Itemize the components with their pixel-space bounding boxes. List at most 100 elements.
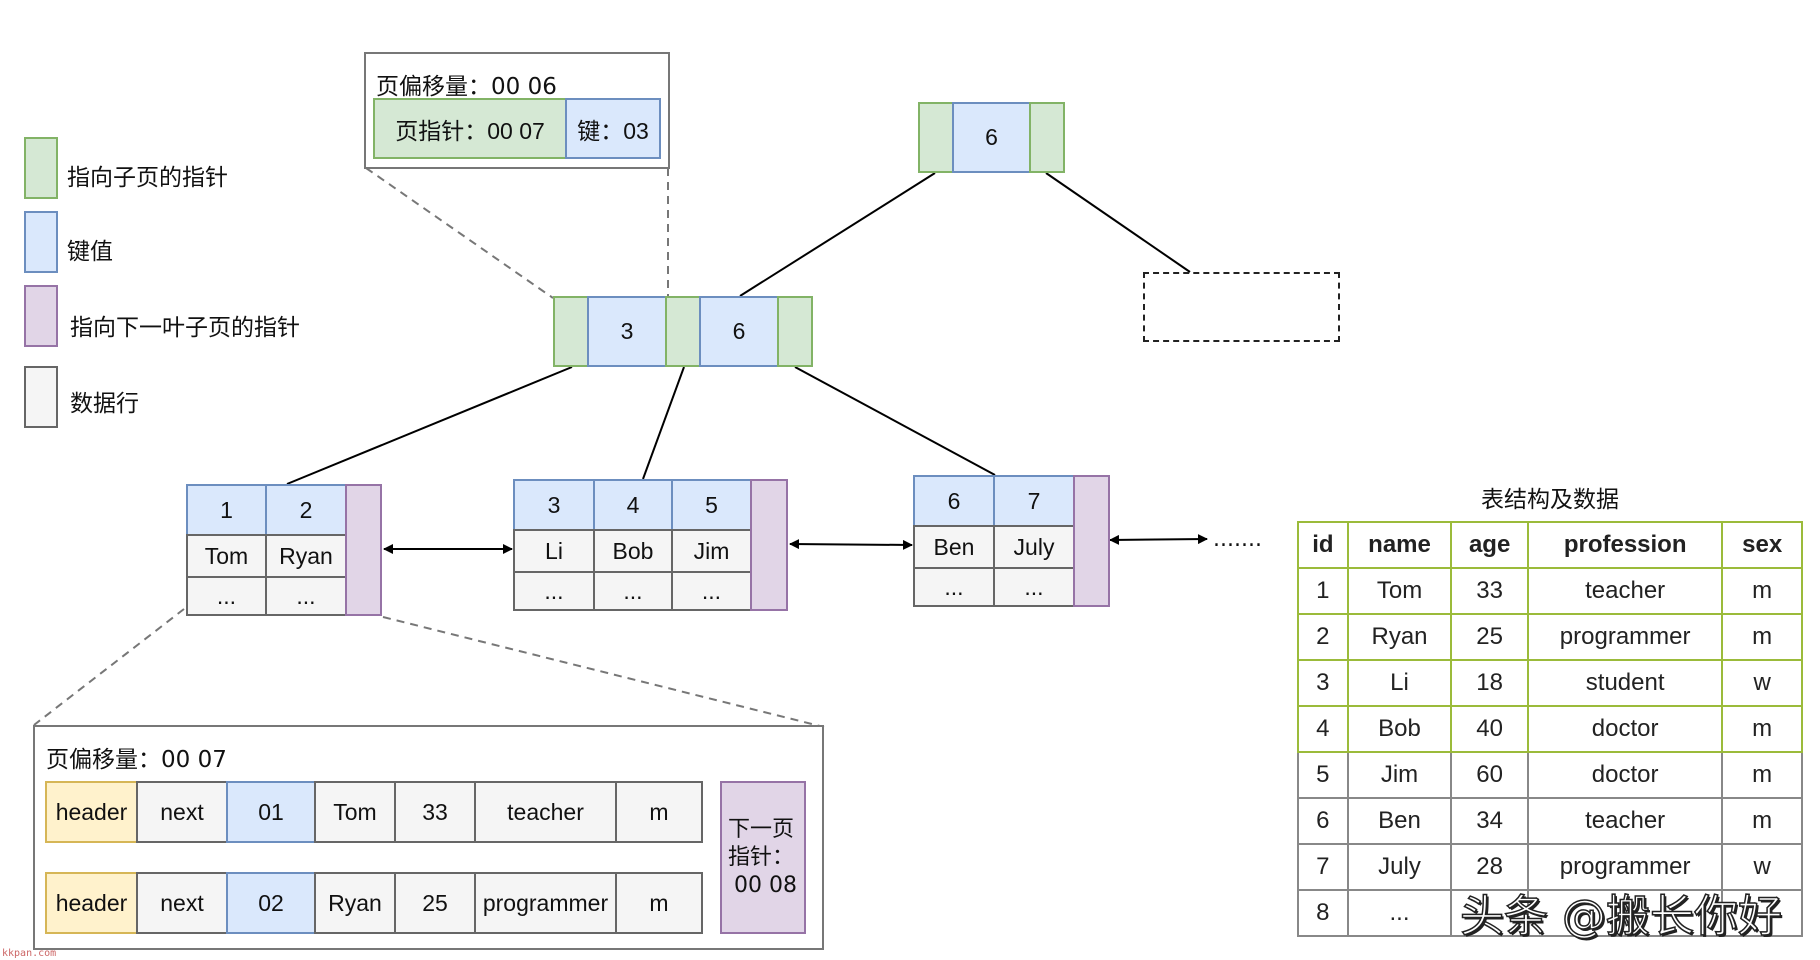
table-row: 3 Li 18 student w: [1297, 659, 1803, 707]
root-pointer-right: [1029, 102, 1065, 173]
cell-id: 7: [1297, 843, 1349, 891]
internal-pointer-2: [777, 296, 813, 367]
cell-id: 4: [1297, 705, 1349, 753]
leaf-link-2-3: [789, 539, 913, 550]
cell-profession: doctor: [1526, 751, 1724, 799]
cell-profession: teacher: [1526, 797, 1724, 845]
cell-sex: m: [1721, 567, 1803, 615]
leaf2-row-2: Jim: [671, 529, 752, 573]
internal-key-0: 3: [587, 296, 667, 367]
detail-row2-sex: m: [615, 872, 703, 934]
next-page-line3: 00 08: [734, 872, 797, 898]
legend-swatch-data-row: [24, 366, 58, 428]
cell-name: Bob: [1346, 705, 1453, 753]
cell-age: 18: [1450, 659, 1529, 707]
legend-label-next-leaf-pointer: 指向下一叶子页的指针: [70, 315, 300, 341]
internal-pointer-0: [553, 296, 589, 367]
cell-sex: m: [1721, 705, 1803, 753]
table-row: 1 Tom 33 teacher m: [1297, 567, 1803, 615]
cell-name: Tom: [1346, 567, 1453, 615]
detail-next-page-pointer: 下一页 指针： 00 08: [720, 781, 806, 934]
root-key: 6: [952, 102, 1031, 173]
leaf1-more-0: ...: [186, 576, 267, 616]
internal-key-1: 6: [699, 296, 779, 367]
leaf2-more-0: ...: [513, 571, 595, 611]
detail-leader-left: [33, 608, 185, 726]
leaf3-key-0: 6: [913, 475, 995, 527]
data-table: id name age profession sex 1 Tom 33 teacher…: [1297, 521, 1803, 937]
leaf1-row-1: Ryan: [265, 534, 347, 578]
leaf2-more-1: ...: [593, 571, 673, 611]
table-row: 2 Ryan 25 programmer m: [1297, 613, 1803, 661]
detail-row1-next: next: [136, 781, 228, 843]
cell-age: 34: [1450, 797, 1529, 845]
leaf1-next-pointer: [345, 484, 382, 616]
detail-row2-next: next: [136, 872, 228, 934]
cell-name: ...: [1346, 889, 1453, 937]
cell-name: Ben: [1346, 797, 1453, 845]
cell-profession: programmer: [1526, 613, 1724, 661]
table-row: 6 Ben 34 teacher m: [1297, 797, 1803, 845]
detail-row2-profession: programmer: [474, 872, 617, 934]
table-row: 4 Bob 40 doctor m: [1297, 705, 1803, 753]
detail-row1-header: header: [45, 781, 138, 843]
cell-id: 8: [1297, 889, 1349, 937]
leaf2-row-1: Bob: [593, 529, 673, 573]
leaf2-next-pointer: [750, 479, 788, 611]
cell-profession: teacher: [1526, 567, 1724, 615]
internal-pointer-1: [665, 296, 701, 367]
cell-sex: m: [1721, 751, 1803, 799]
legend-swatch-next-leaf-pointer: [24, 285, 58, 347]
leaf2-key-1: 4: [593, 479, 673, 531]
legend-swatch-key: [24, 211, 58, 273]
edge-internal-leaf3: [794, 366, 996, 476]
edge-root-right: [1045, 172, 1191, 273]
leaf3-next-pointer: [1073, 475, 1110, 607]
leaf2-more-2: ...: [671, 571, 752, 611]
leaf3-more-0: ...: [913, 567, 995, 607]
legend-label-child-pointer: 指向子页的指针: [67, 165, 228, 191]
cell-age: 60: [1450, 751, 1529, 799]
leaf1-key-0: 1: [186, 484, 267, 536]
cell-age: 33: [1450, 567, 1529, 615]
leaf2-row-0: Li: [513, 529, 595, 573]
table-row: 5 Jim 60 doctor m: [1297, 751, 1803, 799]
callout-key: 键：03: [565, 98, 661, 159]
leaf1-key-1: 2: [265, 484, 347, 536]
detail-row1-profession: teacher: [474, 781, 617, 843]
callout-page-pointer: 页指针：00 07: [373, 98, 567, 159]
placeholder-node: [1143, 272, 1340, 342]
callout-leader-left: [365, 167, 554, 299]
col-header-profession: profession: [1526, 521, 1724, 569]
table-header-row: id name age profession sex: [1297, 521, 1803, 569]
detail-leader-right: [382, 616, 825, 728]
cell-id: 1: [1297, 567, 1349, 615]
more-leaves-ellipsis: .......: [1213, 527, 1262, 552]
cell-name: July: [1346, 843, 1453, 891]
detail-row2-age: 25: [394, 872, 476, 934]
detail-row1-id: 01: [226, 781, 316, 843]
cell-name: Li: [1346, 659, 1453, 707]
detail-row2-name: Ryan: [314, 872, 396, 934]
edge-internal-leaf1: [286, 366, 573, 485]
col-header-age: age: [1450, 521, 1529, 569]
cell-id: 2: [1297, 613, 1349, 661]
site-mark: kkpan.com: [2, 948, 57, 959]
cell-id: 3: [1297, 659, 1349, 707]
leaf2-key-0: 3: [513, 479, 595, 531]
leaf2-key-2: 5: [671, 479, 752, 531]
cell-id: 6: [1297, 797, 1349, 845]
col-header-sex: sex: [1721, 521, 1803, 569]
edge-root-left: [739, 172, 936, 297]
cell-profession: student: [1526, 659, 1724, 707]
edge-internal-leaf2: [642, 366, 685, 480]
watermark: 头条 @搬长你好: [1459, 890, 1783, 943]
leaf-link-3-more: [1109, 534, 1208, 545]
cell-age: 25: [1450, 613, 1529, 661]
detail-row1-sex: m: [615, 781, 703, 843]
detail-row1-name: Tom: [314, 781, 396, 843]
leaf3-row-0: Ben: [913, 525, 995, 569]
next-page-line1: 下一页: [728, 816, 795, 842]
cell-sex: m: [1721, 797, 1803, 845]
root-pointer-left: [918, 102, 954, 173]
